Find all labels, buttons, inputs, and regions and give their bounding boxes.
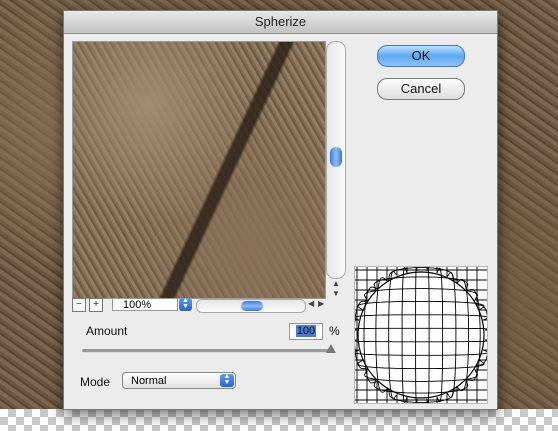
filter-preview[interactable] bbox=[72, 41, 326, 299]
scroll-up-arrow-icon[interactable]: ▲ bbox=[328, 279, 344, 289]
grid-line-vertical bbox=[436, 267, 444, 403]
zoom-in-button[interactable]: + bbox=[89, 298, 103, 312]
grid-line-vertical bbox=[388, 267, 398, 403]
percent-unit: % bbox=[329, 324, 340, 338]
grid-line-horizontal bbox=[355, 359, 487, 370]
preview-vertical-scrollbar[interactable] bbox=[326, 41, 346, 279]
amount-label: Amount bbox=[86, 324, 128, 338]
zoom-controls: − + 100% ▲ ▼ ◀ ▶ bbox=[72, 297, 324, 314]
transparency-checkerboard bbox=[0, 409, 558, 431]
amount-slider-track[interactable] bbox=[82, 349, 330, 353]
grid-line-horizontal bbox=[355, 300, 487, 311]
grid-line-vertical bbox=[446, 267, 457, 403]
spherize-grid-preview bbox=[354, 266, 488, 404]
grid-line-vertical bbox=[476, 267, 487, 403]
scroll-right-arrow-icon[interactable]: ▶ bbox=[318, 299, 324, 308]
dialog-title[interactable]: Spherize bbox=[64, 11, 497, 34]
cancel-button[interactable]: Cancel bbox=[377, 78, 465, 100]
amount-input[interactable]: 100 bbox=[289, 323, 323, 340]
grid-line-horizontal bbox=[355, 339, 487, 343]
scroll-left-arrow-icon[interactable]: ◀ bbox=[308, 299, 314, 308]
mode-select[interactable]: Normal ▲ ▼ bbox=[122, 372, 236, 389]
grid-line-vertical bbox=[375, 267, 388, 403]
scroll-down-arrow-icon[interactable]: ▼ bbox=[328, 289, 344, 299]
horizontal-scroll-thumb[interactable] bbox=[241, 301, 263, 311]
grid-line-vertical bbox=[426, 267, 430, 403]
amount-slider-thumb[interactable] bbox=[326, 344, 336, 353]
zoom-level-field[interactable]: 100% bbox=[112, 298, 178, 311]
grid-line-vertical bbox=[355, 267, 368, 403]
zoom-stepper-arrows-icon[interactable]: ▲ ▼ bbox=[179, 297, 192, 311]
grid-line-vertical bbox=[415, 267, 418, 403]
zoom-out-button[interactable]: − bbox=[72, 298, 86, 312]
grid-line-vertical bbox=[401, 267, 408, 403]
mode-label: Mode bbox=[80, 375, 111, 389]
mode-selected-value: Normal bbox=[131, 375, 167, 387]
amount-value: 100 bbox=[295, 325, 317, 337]
preview-horizontal-scrollbar[interactable] bbox=[196, 299, 306, 313]
spherize-dialog: Spherize ▲ ▼ − + 100% ▲ ▼ ◀ ▶ OK Cancel A… bbox=[63, 10, 498, 410]
zoom-level-value: 100% bbox=[123, 299, 152, 311]
grid-line-horizontal bbox=[355, 327, 487, 331]
ok-button[interactable]: OK bbox=[377, 45, 465, 67]
vertical-scroll-thumb[interactable] bbox=[330, 147, 342, 167]
chevron-updown-icon: ▲ ▼ bbox=[220, 373, 234, 387]
